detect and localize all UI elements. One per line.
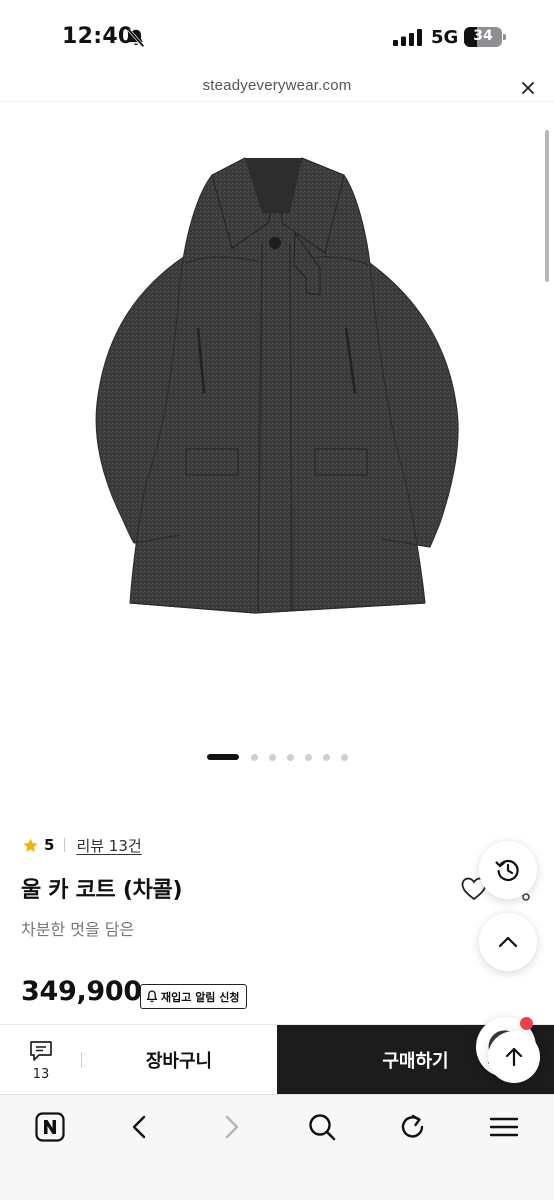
recent-history-button[interactable] [479, 841, 537, 899]
scroll-indicator[interactable] [545, 130, 549, 282]
rating-value: 5 [44, 836, 55, 854]
menu-button[interactable] [486, 1109, 522, 1145]
divider [64, 838, 66, 852]
product-image[interactable] [0, 103, 554, 733]
back-button[interactable] [122, 1109, 158, 1145]
signal-icon [393, 29, 422, 46]
bell-icon [146, 990, 158, 1003]
search-button[interactable] [304, 1109, 340, 1145]
notification-dot [520, 1017, 533, 1030]
review-link[interactable]: 리뷰 13건 [76, 835, 141, 856]
naver-home-button[interactable] [32, 1109, 68, 1145]
product-title: 울 카 코트 (차콜) [21, 878, 183, 903]
browser-toolbar [0, 1094, 554, 1200]
naver-icon [35, 1112, 65, 1142]
scroll-up-button[interactable] [479, 913, 537, 971]
back-icon [132, 1115, 146, 1139]
battery-indicator: 34 [464, 27, 506, 47]
refresh-button[interactable] [395, 1109, 431, 1145]
restock-alert-button[interactable]: 재입고 알림 신청 [140, 984, 247, 1009]
network-label: 5G [431, 27, 459, 48]
url-text[interactable]: steadyeverywear.com [0, 77, 554, 94]
carousel-dot[interactable] [341, 753, 348, 761]
cart-button[interactable]: 장바구니 [82, 1025, 276, 1095]
refresh-icon [401, 1114, 424, 1138]
bell-slash-icon [127, 28, 145, 48]
restock-label: 재입고 알림 신청 [161, 990, 240, 1004]
forward-button[interactable] [213, 1109, 249, 1145]
carousel-dot[interactable] [323, 753, 330, 761]
coat-illustration [95, 157, 459, 614]
product-price: 349,900 [21, 976, 142, 1007]
battery-level: 34 [473, 28, 493, 44]
carousel-dot[interactable] [305, 753, 312, 761]
forward-icon [225, 1115, 239, 1139]
arrow-up-icon [505, 1047, 523, 1067]
status-bar: 12:40 5G 34 [0, 0, 554, 72]
carousel-dot[interactable] [251, 753, 258, 761]
purchase-bar: 13 장바구니 구매하기 [0, 1024, 554, 1095]
status-time: 12:40 [62, 24, 134, 49]
review-count: 13 [32, 1067, 50, 1082]
carousel-dot[interactable] [207, 754, 239, 760]
carousel-dot[interactable] [269, 753, 276, 761]
star-icon [23, 837, 38, 852]
url-bar: steadyeverywear.com [0, 72, 554, 102]
rating-row: 5 리뷰 13건 [22, 834, 142, 856]
scroll-top-button[interactable] [488, 1031, 540, 1083]
close-icon[interactable] [518, 78, 538, 98]
chevron-up-icon [498, 936, 518, 948]
history-icon [495, 859, 519, 882]
message-icon [30, 1041, 52, 1061]
carousel-dots[interactable] [207, 753, 359, 761]
carousel-dot[interactable] [287, 753, 294, 761]
review-count-button[interactable]: 13 [0, 1025, 82, 1095]
menu-icon [489, 1117, 519, 1137]
search-icon [309, 1114, 336, 1141]
product-subtitle: 차분한 멋을 담은 [21, 920, 135, 939]
